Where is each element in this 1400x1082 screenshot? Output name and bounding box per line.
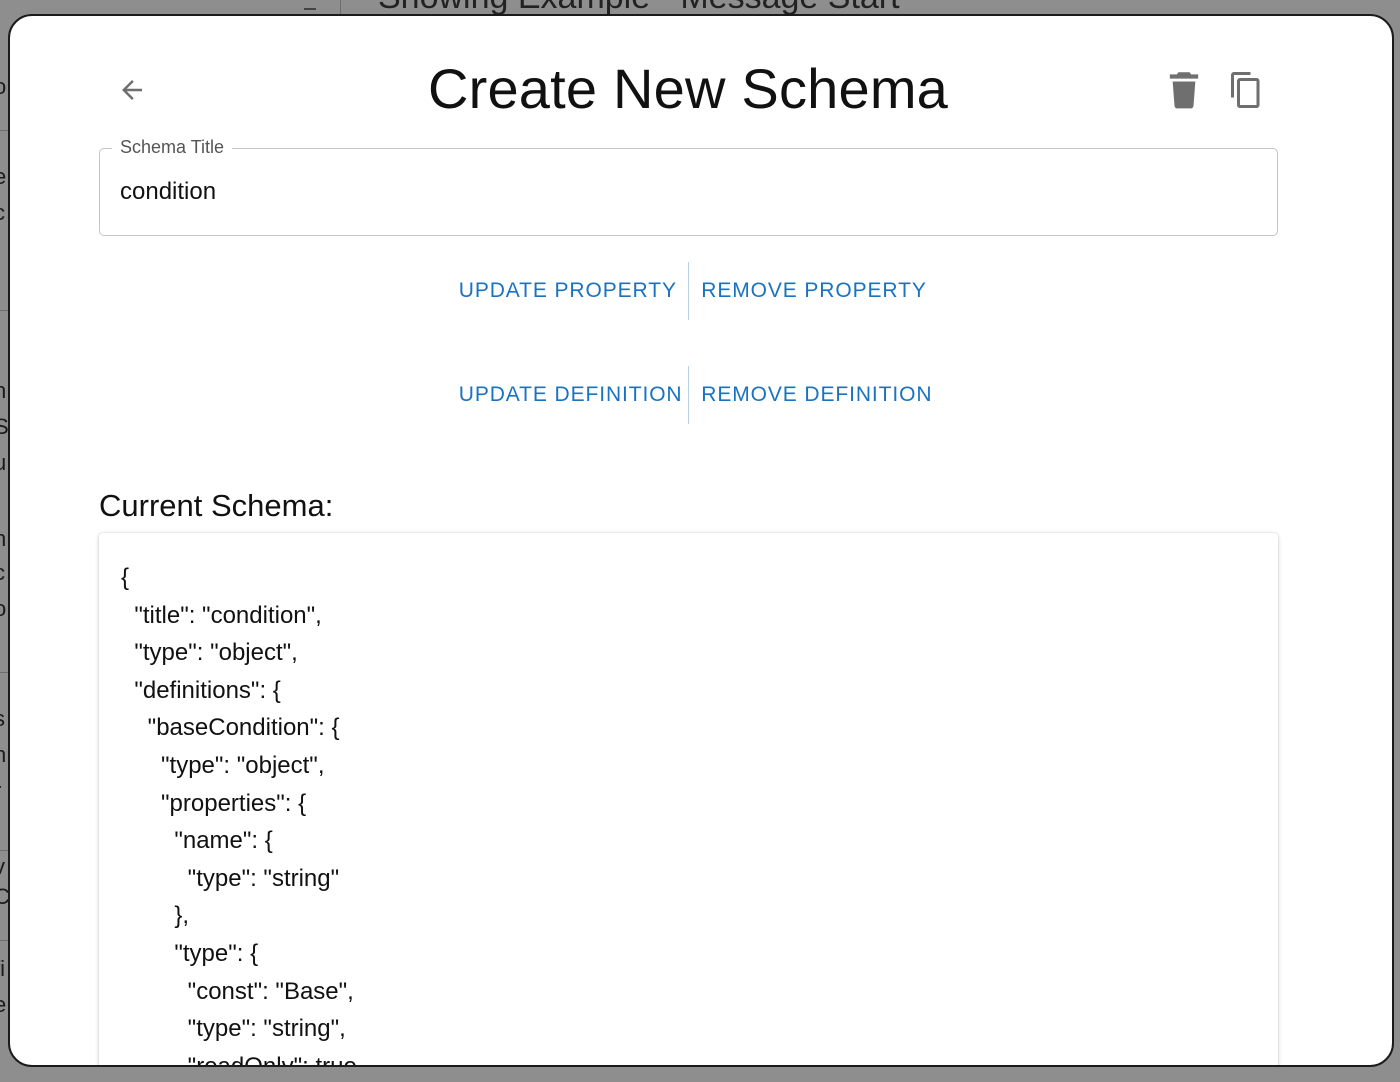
background-line [0, 940, 8, 941]
background-char: o [0, 74, 7, 99]
background-char: v [0, 854, 5, 880]
dialog-title: Create New Schema [427, 57, 949, 120]
delete-button[interactable] [1164, 68, 1204, 112]
create-schema-dialog: Create New Schema Schema Title UPDATE PR… [8, 14, 1394, 1067]
background-char: e [0, 992, 7, 1017]
background-char: u [0, 450, 7, 475]
background-line [0, 672, 8, 673]
background-divider [340, 0, 341, 14]
background-line [0, 310, 8, 311]
remove-property-button[interactable]: REMOVE PROPERTY [689, 279, 949, 303]
update-definition-button[interactable]: UPDATE DEFINITION [447, 383, 688, 407]
schema-json-text: { "title": "condition", "type": "object"… [121, 564, 357, 1067]
schema-title-label: Schema Title [112, 137, 233, 158]
background-char: c [0, 200, 5, 226]
background-char: n [0, 742, 7, 767]
property-actions: UPDATE PROPERTY REMOVE PROPERTY [10, 262, 1392, 320]
update-property-button[interactable]: UPDATE PROPERTY [447, 279, 688, 303]
background-char: e [0, 164, 7, 189]
background-char: r [0, 778, 1, 804]
remove-definition-button[interactable]: REMOVE DEFINITION [689, 383, 949, 407]
background-line [0, 130, 8, 131]
background-char: fi [0, 956, 5, 981]
copy-button[interactable] [1226, 68, 1266, 112]
background-char: c [0, 560, 5, 586]
definition-actions: UPDATE DEFINITION REMOVE DEFINITION [10, 366, 1392, 424]
background-dash [304, 8, 316, 10]
copy-icon [1231, 72, 1260, 108]
background-char: n [0, 526, 7, 551]
current-schema-heading: Current Schema: [99, 488, 334, 523]
background-line [0, 850, 8, 851]
trash-icon [1169, 72, 1199, 109]
schema-title-input[interactable] [120, 175, 1250, 209]
background-char: s [0, 706, 5, 732]
background-char: o [0, 596, 7, 621]
schema-title-field: Schema Title [99, 137, 1278, 236]
background-char: n [0, 378, 7, 403]
current-schema-panel[interactable]: { "title": "condition", "type": "object"… [99, 533, 1278, 1067]
